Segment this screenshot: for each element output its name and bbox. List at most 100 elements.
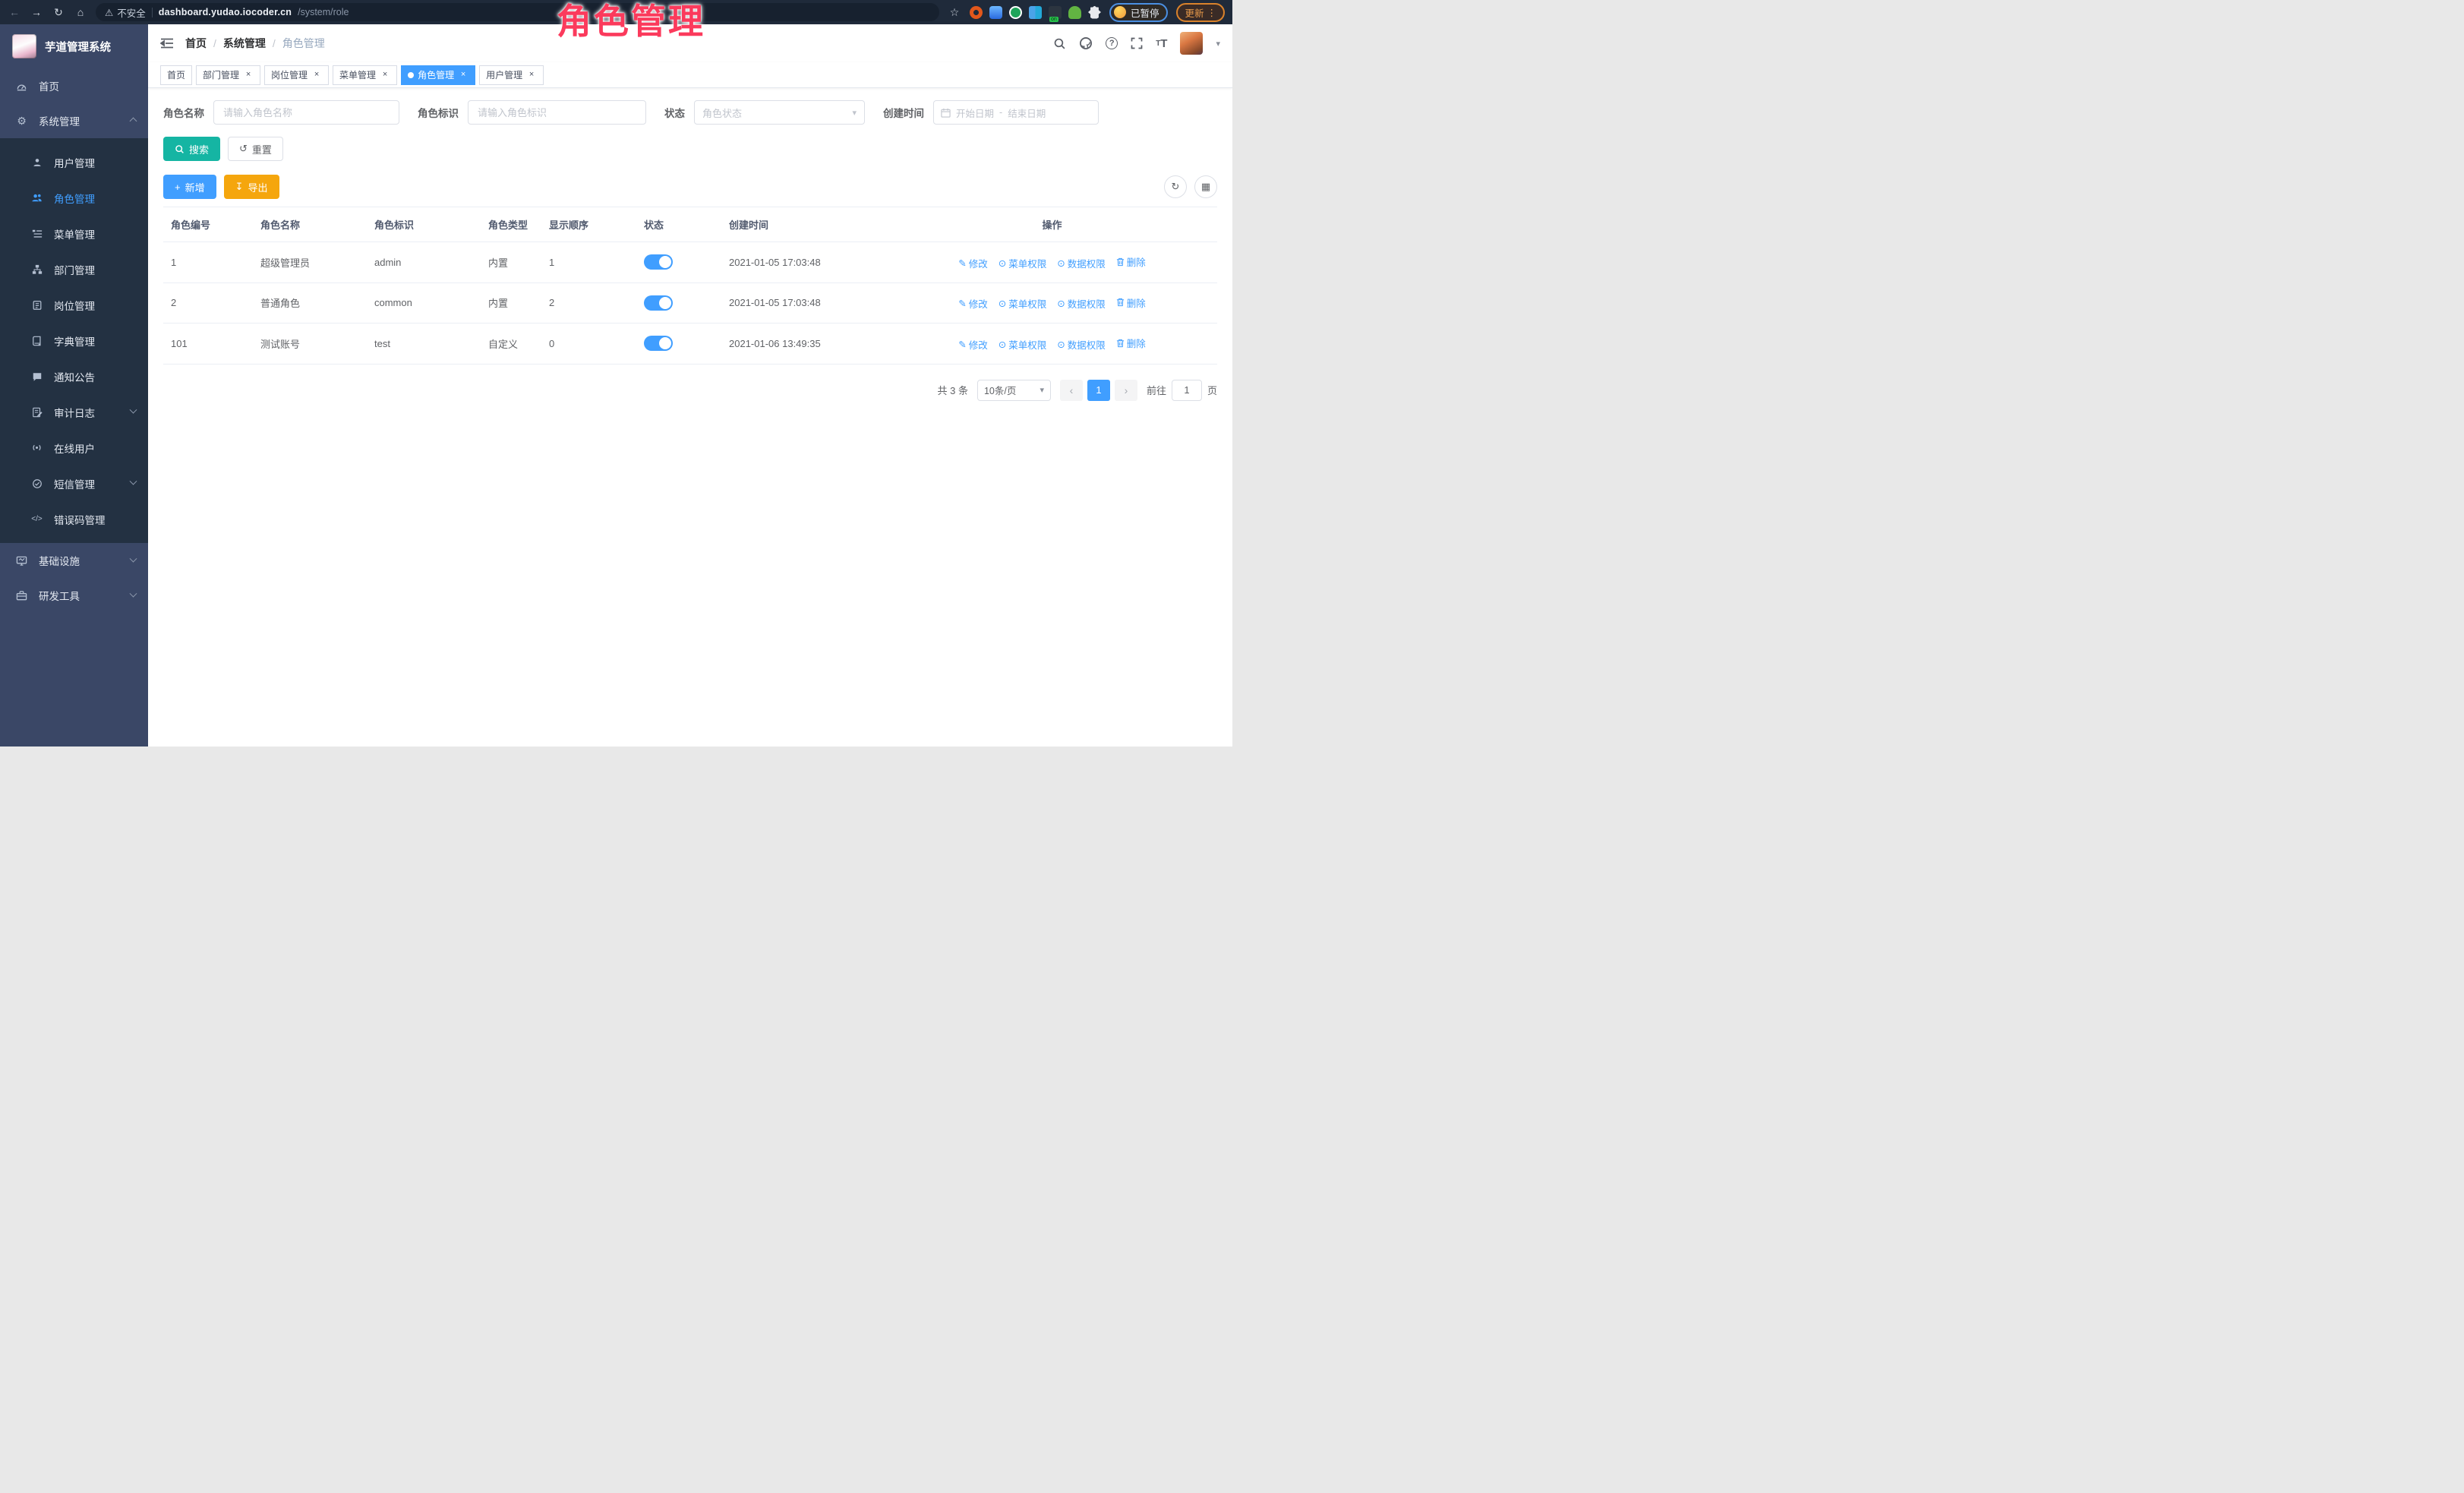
tag-close-icon[interactable]: × — [526, 70, 537, 80]
sidebar-item-system[interactable]: ⚙ 系统管理 — [0, 103, 148, 138]
role-name-input[interactable] — [213, 100, 399, 125]
extensions-puzzle-icon[interactable] — [1088, 6, 1101, 19]
github-icon[interactable] — [1079, 36, 1093, 50]
export-button[interactable]: ↧ 导出 — [224, 175, 279, 199]
breadcrumb-system[interactable]: 系统管理 — [223, 36, 266, 51]
sidebar-item-depts[interactable]: 部门管理 — [0, 251, 148, 287]
table-toolbar: + 新增 ↧ 导出 ↻ ▦ — [163, 175, 1217, 199]
help-icon[interactable]: ? — [1106, 37, 1118, 49]
menu-permission-link[interactable]: ⊙菜单权限 — [999, 337, 1047, 352]
edit-link[interactable]: ✎修改 — [958, 337, 988, 352]
sidebar-item-online-users[interactable]: 在线用户 — [0, 430, 148, 466]
extension-icon-4[interactable] — [1029, 6, 1042, 19]
breadcrumb-home[interactable]: 首页 — [185, 36, 207, 51]
menu-permission-icon: ⊙ — [999, 339, 1006, 350]
sidebar-item-dict[interactable]: 字典管理 — [0, 323, 148, 358]
page-size-select[interactable]: 10条/页 ▾ — [977, 380, 1051, 401]
sidebar-item-users[interactable]: 用户管理 — [0, 144, 148, 180]
security-warning[interactable]: ⚠ 不安全 — [105, 5, 146, 20]
sidebar-item-error-codes[interactable]: </> 错误码管理 — [0, 501, 148, 537]
hamburger-icon[interactable] — [160, 37, 174, 49]
data-permission-link[interactable]: ⊙数据权限 — [1057, 256, 1106, 270]
col-role-name: 角色名称 — [253, 207, 367, 242]
data-permission-link[interactable]: ⊙数据权限 — [1057, 337, 1106, 352]
profile-paused-button[interactable]: 已暂停 — [1109, 3, 1169, 22]
sidebar-item-posts[interactable]: 岗位管理 — [0, 287, 148, 323]
next-page-button[interactable]: › — [1115, 380, 1137, 401]
menu-permission-link[interactable]: ⊙菜单权限 — [999, 296, 1047, 311]
cell-created: 2021-01-05 17:03:48 — [721, 242, 887, 283]
range-separator: - — [999, 107, 1002, 118]
filter-create-time: 创建时间 开始日期 - 结束日期 — [883, 100, 1099, 125]
sidebar-item-infrastructure[interactable]: 基础设施 — [0, 543, 148, 578]
add-button[interactable]: + 新增 — [163, 175, 216, 199]
extension-icon-6[interactable] — [1068, 6, 1081, 19]
tag-post[interactable]: 岗位管理× — [264, 65, 329, 85]
browser-back-icon[interactable]: ← — [8, 6, 21, 18]
more-menu-icon[interactable]: ⋮ — [1207, 7, 1217, 18]
pagination: 共 3 条 10条/页 ▾ ‹ 1 › 前往 页 — [163, 380, 1217, 401]
search-button[interactable]: 搜索 — [163, 137, 220, 161]
sidebar-item-roles[interactable]: 角色管理 — [0, 180, 148, 216]
goto-page-input[interactable] — [1172, 380, 1202, 401]
trash-icon — [1116, 257, 1125, 267]
page-1-button[interactable]: 1 — [1087, 380, 1110, 401]
cell-role-id: 101 — [163, 324, 253, 365]
cell-created: 2021-01-05 17:03:48 — [721, 283, 887, 324]
bookmark-star-icon[interactable]: ☆ — [948, 6, 961, 19]
sidebar-item-menus[interactable]: 菜单管理 — [0, 216, 148, 251]
tag-close-icon[interactable]: × — [311, 70, 322, 80]
search-icon[interactable] — [1053, 37, 1066, 50]
status-toggle-on[interactable] — [644, 254, 673, 270]
tag-dept[interactable]: 部门管理× — [196, 65, 260, 85]
start-date-placeholder[interactable]: 开始日期 — [956, 106, 994, 120]
browser-reload-icon[interactable]: ↻ — [52, 6, 65, 19]
table-tool-buttons: ↻ ▦ — [1164, 175, 1217, 198]
tag-close-icon[interactable]: × — [243, 70, 254, 80]
edit-link[interactable]: ✎修改 — [958, 296, 988, 311]
end-date-placeholder[interactable]: 结束日期 — [1008, 106, 1046, 120]
tag-role-active[interactable]: 角色管理× — [401, 65, 475, 85]
menu-permission-link[interactable]: ⊙菜单权限 — [999, 256, 1047, 270]
delete-link[interactable]: 删除 — [1116, 336, 1146, 350]
delete-link[interactable]: 删除 — [1116, 295, 1146, 310]
edit-link[interactable]: ✎修改 — [958, 256, 988, 270]
font-size-icon[interactable]: TT — [1156, 37, 1167, 50]
system-submenu: 用户管理 角色管理 菜单管理 — [0, 138, 148, 543]
address-bar[interactable]: ⚠ 不安全 dashboard.yudao.iocoder.cn /system… — [96, 3, 939, 21]
reset-button[interactable]: ↺ 重置 — [228, 137, 283, 161]
fullscreen-icon[interactable] — [1131, 37, 1143, 49]
data-permission-link[interactable]: ⊙数据权限 — [1057, 296, 1106, 311]
chrome-update-button[interactable]: 更新 ⋮ — [1176, 3, 1225, 22]
app-logo-row[interactable]: 芋道管理系统 — [0, 24, 148, 68]
date-range-picker[interactable]: 开始日期 - 结束日期 — [933, 100, 1099, 125]
delete-link[interactable]: 删除 — [1116, 254, 1146, 269]
column-settings-button[interactable]: ▦ — [1194, 175, 1217, 198]
extension-icon-2[interactable] — [989, 6, 1002, 19]
sidebar-item-audit-log[interactable]: 审计日志 — [0, 394, 148, 430]
sidebar-item-home[interactable]: 首页 — [0, 68, 148, 103]
tag-close-icon[interactable]: × — [380, 70, 390, 80]
status-toggle-on[interactable] — [644, 295, 673, 311]
user-avatar[interactable] — [1180, 32, 1203, 55]
status-toggle-on[interactable] — [644, 336, 673, 351]
tag-menu[interactable]: 菜单管理 × — [333, 65, 397, 85]
browser-home-icon[interactable]: ⌂ — [74, 6, 87, 18]
extension-icon-1[interactable] — [970, 6, 983, 19]
tag-label: 菜单管理 — [339, 68, 376, 81]
prev-page-button[interactable]: ‹ — [1060, 380, 1083, 401]
tag-close-icon[interactable]: × — [458, 70, 469, 80]
sidebar-item-sms[interactable]: 短信管理 — [0, 466, 148, 501]
tag-user[interactable]: 用户管理× — [479, 65, 544, 85]
tag-home[interactable]: 首页 — [160, 65, 192, 85]
status-select[interactable]: 角色状态 ▾ — [694, 100, 865, 125]
extension-icon-5[interactable] — [1049, 6, 1062, 19]
role-key-input[interactable] — [468, 100, 646, 125]
refresh-button[interactable]: ↻ — [1164, 175, 1187, 198]
extension-icon-3[interactable] — [1009, 6, 1022, 19]
browser-forward-icon[interactable]: → — [30, 6, 43, 18]
sidebar-item-dev-tools[interactable]: 研发工具 — [0, 578, 148, 613]
sidebar-item-notice[interactable]: 通知公告 — [0, 358, 148, 394]
chevron-up-icon — [130, 117, 137, 125]
avatar-caret-down-icon[interactable]: ▾ — [1216, 39, 1220, 49]
